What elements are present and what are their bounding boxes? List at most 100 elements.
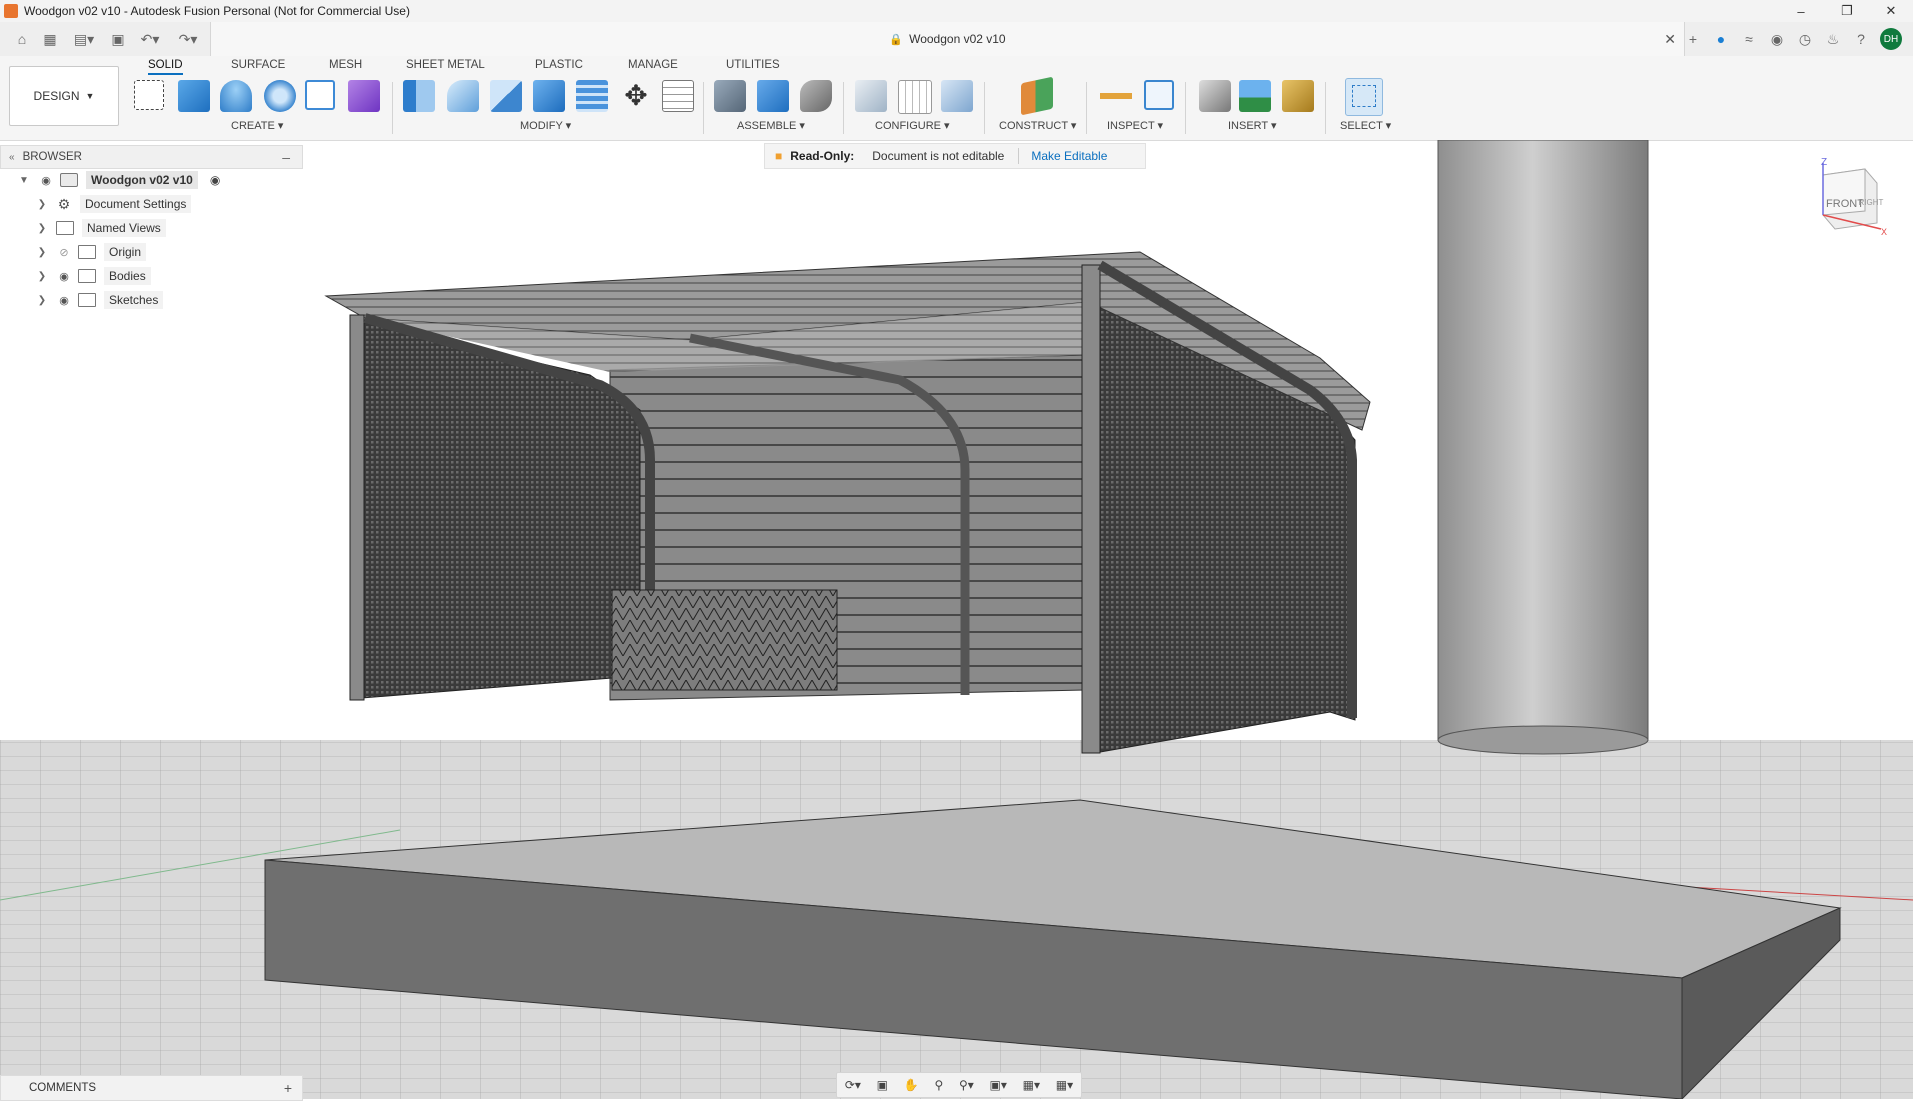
extrude-icon[interactable] [178,80,210,112]
undo-icon[interactable]: ↶▾ [136,29,164,49]
tab-solid[interactable]: SOLID [148,59,183,75]
chevron-right-icon[interactable]: ❯ [36,199,48,210]
revolve-icon[interactable] [220,80,252,112]
new-component-icon[interactable] [714,80,746,112]
select-group-label[interactable]: SELECT ▾ [1340,119,1391,132]
close-tab-icon[interactable]: ✕ [1664,31,1676,48]
fit-icon[interactable]: ⚲▾ [959,1078,974,1092]
tree-item-bodies[interactable]: ❯ ◉ Bodies [36,265,151,287]
tree-item-document-settings[interactable]: ❯ ⚙ Document Settings [36,193,192,215]
measure-icon[interactable] [1100,80,1132,112]
add-comment-icon[interactable]: + [284,1080,292,1096]
workspace-switcher[interactable]: DESIGN ▼ [9,66,119,126]
document-icon [60,173,78,187]
insert-derive-icon[interactable] [1199,80,1231,112]
viewports-icon[interactable]: ▦▾ [1056,1078,1073,1092]
grid-icon[interactable]: ▦ [40,29,60,49]
tree-item-origin[interactable]: ❯ ⊘ Origin [36,241,147,263]
offline-icon[interactable]: ≈ [1739,29,1759,49]
insert-mesh-icon[interactable] [1282,80,1314,112]
inspect-group-label[interactable]: INSPECT ▾ [1107,119,1163,132]
create-form-icon[interactable] [348,80,380,112]
chevron-right-icon[interactable]: ❯ [36,295,48,306]
viewcube[interactable]: FRONT RIGHT Z X [1815,157,1893,239]
eye-icon[interactable]: ◉ [56,270,72,283]
assemble-group-label[interactable]: ASSEMBLE ▾ [737,119,805,132]
close-icon[interactable]: ✕ [1868,0,1913,22]
tree-item-named-views[interactable]: ❯ Named Views [36,217,166,239]
eye-hidden-icon[interactable]: ⊘ [56,246,72,259]
bell-icon[interactable]: ♨ [1823,29,1843,49]
configure-design-icon[interactable] [855,80,887,112]
chevron-right-icon[interactable]: ❯ [36,247,48,258]
fillet-icon[interactable] [447,80,479,112]
home-icon[interactable]: ⌂ [12,29,32,49]
restore-icon[interactable]: ❐ [1824,0,1870,22]
job-status-icon[interactable]: ● [1711,29,1731,49]
chevron-right-icon[interactable]: ❯ [36,223,48,234]
tree-item-sketches[interactable]: ❯ ◉ Sketches [36,289,164,311]
tab-mesh[interactable]: MESH [329,59,362,71]
activate-radio-icon[interactable]: ◉ [210,173,220,187]
grid-settings-icon[interactable]: ▦▾ [1023,1078,1040,1092]
insert-canvas-icon[interactable] [1239,80,1271,112]
redo-icon[interactable]: ↷▾ [174,29,202,49]
chevron-down-icon[interactable]: ▼ [18,175,30,186]
document-tab[interactable]: 🔒 Woodgon v02 v10 ✕ [210,22,1685,56]
comments-panel[interactable]: COMMENTS + [0,1075,303,1101]
tree-item-label: Named Views [82,219,166,237]
minimize-browser-icon[interactable]: – [282,149,290,165]
tab-sheet-metal[interactable]: SHEET METAL [406,59,485,71]
file-icon[interactable]: ▤▾ [70,29,98,49]
tab-surface[interactable]: SURFACE [231,59,285,71]
viewcube-right-label[interactable]: RIGHT [1859,198,1884,207]
save-icon[interactable]: ▣ [108,29,128,49]
chamfer-icon[interactable] [490,80,522,112]
construct-group-label[interactable]: CONSTRUCT ▾ [999,119,1076,132]
move-icon[interactable]: ✥ [620,80,652,112]
zoom-icon[interactable]: ⚲ [934,1078,943,1092]
chevron-right-icon[interactable]: ❯ [36,271,48,282]
press-pull-icon[interactable] [403,80,435,112]
tab-manage[interactable]: MANAGE [628,59,678,71]
eye-icon[interactable]: ◉ [38,174,54,187]
comments-label: COMMENTS [29,1082,97,1094]
browser-header[interactable]: « BROWSER – [0,145,303,169]
minimize-icon[interactable]: – [1778,0,1824,22]
change-parameters-icon[interactable] [662,80,694,112]
help-icon[interactable]: ? [1851,29,1871,49]
user-avatar[interactable]: DH [1880,28,1902,50]
tab-plastic[interactable]: PLASTIC [535,59,583,71]
read-only-label: Read-Only: [790,149,855,163]
joint-icon[interactable] [757,80,789,112]
select-icon[interactable] [1345,78,1383,116]
tree-root[interactable]: ▼ ◉ Woodgon v02 v10 ◉ [18,169,220,191]
configuration-rules-icon[interactable] [941,80,973,112]
create-group-label[interactable]: CREATE ▾ [231,119,283,132]
section-analysis-icon[interactable] [1144,80,1174,110]
shell-icon[interactable] [533,80,565,112]
hole-icon[interactable] [264,80,296,112]
combine-icon[interactable] [576,80,608,112]
display-settings-icon[interactable]: ▣▾ [990,1078,1007,1092]
look-at-icon[interactable]: ▣ [877,1078,888,1092]
configuration-table-icon[interactable] [898,80,932,114]
extensions-icon[interactable]: ◉ [1767,29,1787,49]
as-built-joint-icon[interactable] [800,80,832,112]
folder-icon [56,221,74,235]
make-editable-link[interactable]: Make Editable [1031,149,1107,163]
offset-plane-icon[interactable] [1021,76,1053,116]
pan-icon[interactable]: ✋ [904,1078,919,1092]
tab-utilities[interactable]: UTILITIES [726,59,780,71]
configure-group-label[interactable]: CONFIGURE ▾ [875,119,950,132]
orbit-icon[interactable]: ⟳▾ [845,1078,861,1092]
pattern-icon[interactable] [305,80,335,110]
firewood-stack [611,589,838,691]
modify-group-label[interactable]: MODIFY ▾ [520,119,571,132]
history-icon[interactable]: ◷ [1795,29,1815,49]
create-sketch-icon[interactable] [134,80,164,110]
collapse-panel-icon[interactable]: « [9,152,15,163]
eye-icon[interactable]: ◉ [56,294,72,307]
plus-icon[interactable]: + [1683,29,1703,49]
insert-group-label[interactable]: INSERT ▾ [1228,119,1277,132]
